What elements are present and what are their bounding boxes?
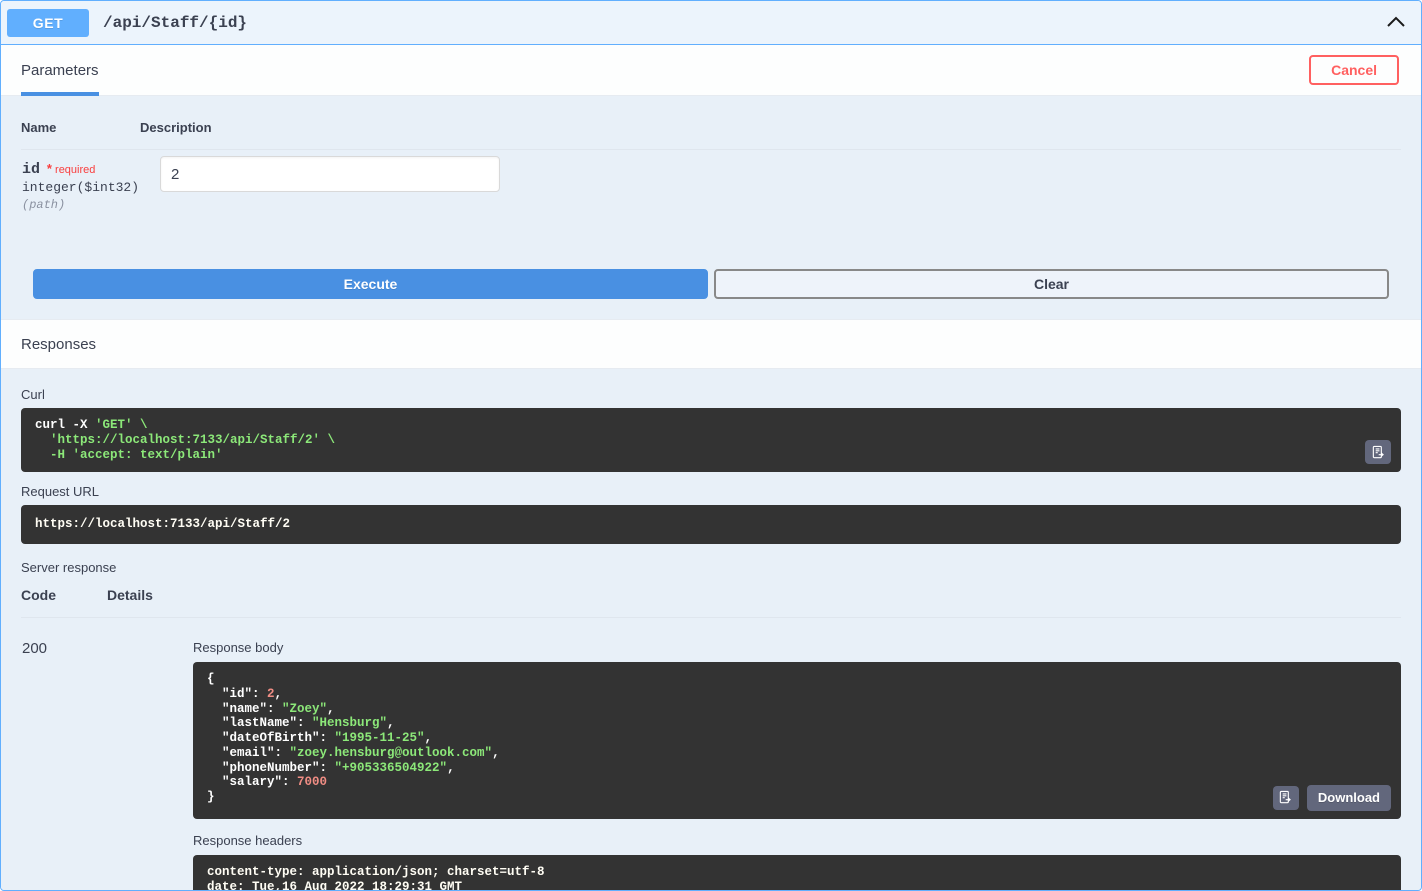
tab-parameters[interactable]: Parameters: [21, 45, 99, 96]
column-header-details: Details: [107, 583, 1401, 618]
clear-button[interactable]: Clear: [714, 269, 1389, 299]
parameter-name: id: [22, 161, 41, 178]
table-row: id * required integer($int32) (path): [21, 150, 1401, 214]
parameter-location: (path): [22, 198, 66, 212]
curl-method: 'GET': [95, 418, 133, 432]
operation-tab-strip: Parameters Cancel: [1, 45, 1421, 96]
parameters-section: Name Description id * required integer($…: [1, 96, 1421, 213]
curl-code-block: curl -X 'GET' \ 'https://localhost:7133/…: [21, 408, 1401, 473]
response-body-actions: Download: [1272, 784, 1391, 811]
json-comma: ,: [327, 701, 335, 716]
execute-button[interactable]: Execute: [33, 269, 708, 299]
parameter-input-cell: [140, 150, 1401, 214]
curl-command: curl -X: [35, 418, 96, 432]
curl-url: 'https://localhost:7133/api/Staff/2': [35, 432, 321, 447]
curl-line2-continuation: \: [320, 432, 336, 447]
chevron-up-icon[interactable]: [1383, 10, 1409, 36]
required-marker: * required: [44, 161, 96, 176]
http-method-badge: GET: [7, 8, 89, 37]
response-table-header-row: Code Details: [21, 583, 1401, 618]
clipboard-copy-icon[interactable]: [1272, 785, 1299, 810]
json-comma: ,: [424, 731, 433, 745]
curl-accept-header: -H 'accept: text/plain': [35, 447, 223, 462]
json-value: "zoey.hensburg@outlook.com": [289, 745, 493, 760]
json-key: "id":: [207, 686, 268, 701]
server-response-table: Code Details 200 Response body { "id": 2…: [21, 583, 1401, 891]
cancel-button[interactable]: Cancel: [1309, 55, 1399, 85]
json-value: "+905336504922": [334, 760, 448, 775]
tab-parameters-label: Parameters: [21, 61, 99, 79]
required-text: required: [55, 164, 96, 176]
response-details-cell: Response body { "id": 2, "name": "Zoey",…: [107, 618, 1401, 891]
parameter-meta-cell: id * required integer($int32) (path): [21, 150, 140, 214]
response-headers-lines: content-type: application/json; charset=…: [207, 864, 545, 891]
response-headers-label: Response headers: [193, 832, 303, 848]
parameter-type: integer($int32): [22, 180, 140, 195]
json-field: "id": 2,: [207, 687, 282, 701]
column-header-name: Name: [21, 112, 141, 150]
required-star: *: [46, 161, 52, 176]
response-status-code: 200: [22, 640, 48, 657]
curl-line1-continuation: \: [132, 418, 148, 432]
curl-label: Curl: [21, 387, 45, 402]
json-key: "lastName":: [207, 716, 313, 731]
response-body-label: Response body: [193, 640, 284, 655]
responses-section-header: Responses: [1, 319, 1421, 369]
operation-summary-header[interactable]: GET /api/Staff/{id}: [1, 1, 1421, 45]
column-header-description: Description: [140, 112, 1401, 150]
table-row: 200 Response body { "id": 2, "name": "Zo…: [21, 618, 1401, 891]
json-comma: ,: [274, 686, 283, 701]
clipboard-copy-icon[interactable]: [1365, 440, 1391, 465]
parameters-table: Name Description id * required integer($…: [21, 112, 1401, 213]
json-comma: ,: [492, 745, 500, 760]
json-value: "Zoey": [282, 701, 328, 716]
request-url-label: Request URL: [21, 484, 100, 500]
parameter-id-input[interactable]: [160, 156, 501, 192]
json-key: "phoneNumber":: [207, 760, 335, 775]
json-comma: ,: [447, 760, 455, 775]
json-comma: ,: [387, 716, 395, 731]
download-button[interactable]: Download: [1306, 784, 1391, 811]
json-field: "name": "Zoey",: [207, 702, 335, 716]
responses-section-body: Curl curl -X 'GET' \ 'https://localhost:…: [1, 369, 1421, 891]
response-body-block: { "id": 2, "name": "Zoey", "lastName": "…: [193, 662, 1401, 819]
json-field-lines: "id": 2, "name": "Zoey", "lastName": "He…: [207, 687, 500, 790]
execute-actions-row: Execute Clear: [1, 213, 1421, 319]
response-headers-block: content-type: application/json; charset=…: [193, 854, 1401, 891]
json-close-brace: }: [207, 790, 215, 804]
operation-path: /api/Staff/{id}: [103, 13, 248, 32]
json-field: "email": "zoey.hensburg@outlook.com",: [207, 746, 500, 760]
json-key: "dateOfBirth":: [207, 731, 335, 745]
request-url-value: https://localhost:7133/api/Staff/2: [35, 517, 291, 532]
json-field: "lastName": "Hensburg",: [207, 716, 395, 730]
column-header-code: Code: [21, 583, 107, 618]
json-field: "dateOfBirth": "1995-11-25",: [207, 731, 432, 745]
server-response-label: Server response: [21, 560, 117, 575]
json-value: 2: [267, 686, 275, 701]
json-open-brace: {: [207, 672, 215, 686]
responses-title: Responses: [21, 335, 97, 353]
json-field: "salary": 7000: [207, 775, 327, 789]
json-value: "Hensburg": [312, 716, 388, 731]
json-key: "salary":: [207, 775, 298, 790]
parameters-table-header-row: Name Description: [21, 112, 1401, 150]
json-key: "email":: [207, 745, 290, 760]
json-key: "name":: [207, 701, 283, 716]
request-url-block: https://localhost:7133/api/Staff/2: [21, 505, 1401, 544]
json-value: "1995-11-25": [334, 731, 425, 745]
json-field: "phoneNumber": "+905336504922",: [207, 761, 455, 775]
api-operation-block: GET /api/Staff/{id} Parameters Cancel Na…: [0, 0, 1422, 891]
json-value: 7000: [297, 775, 328, 790]
